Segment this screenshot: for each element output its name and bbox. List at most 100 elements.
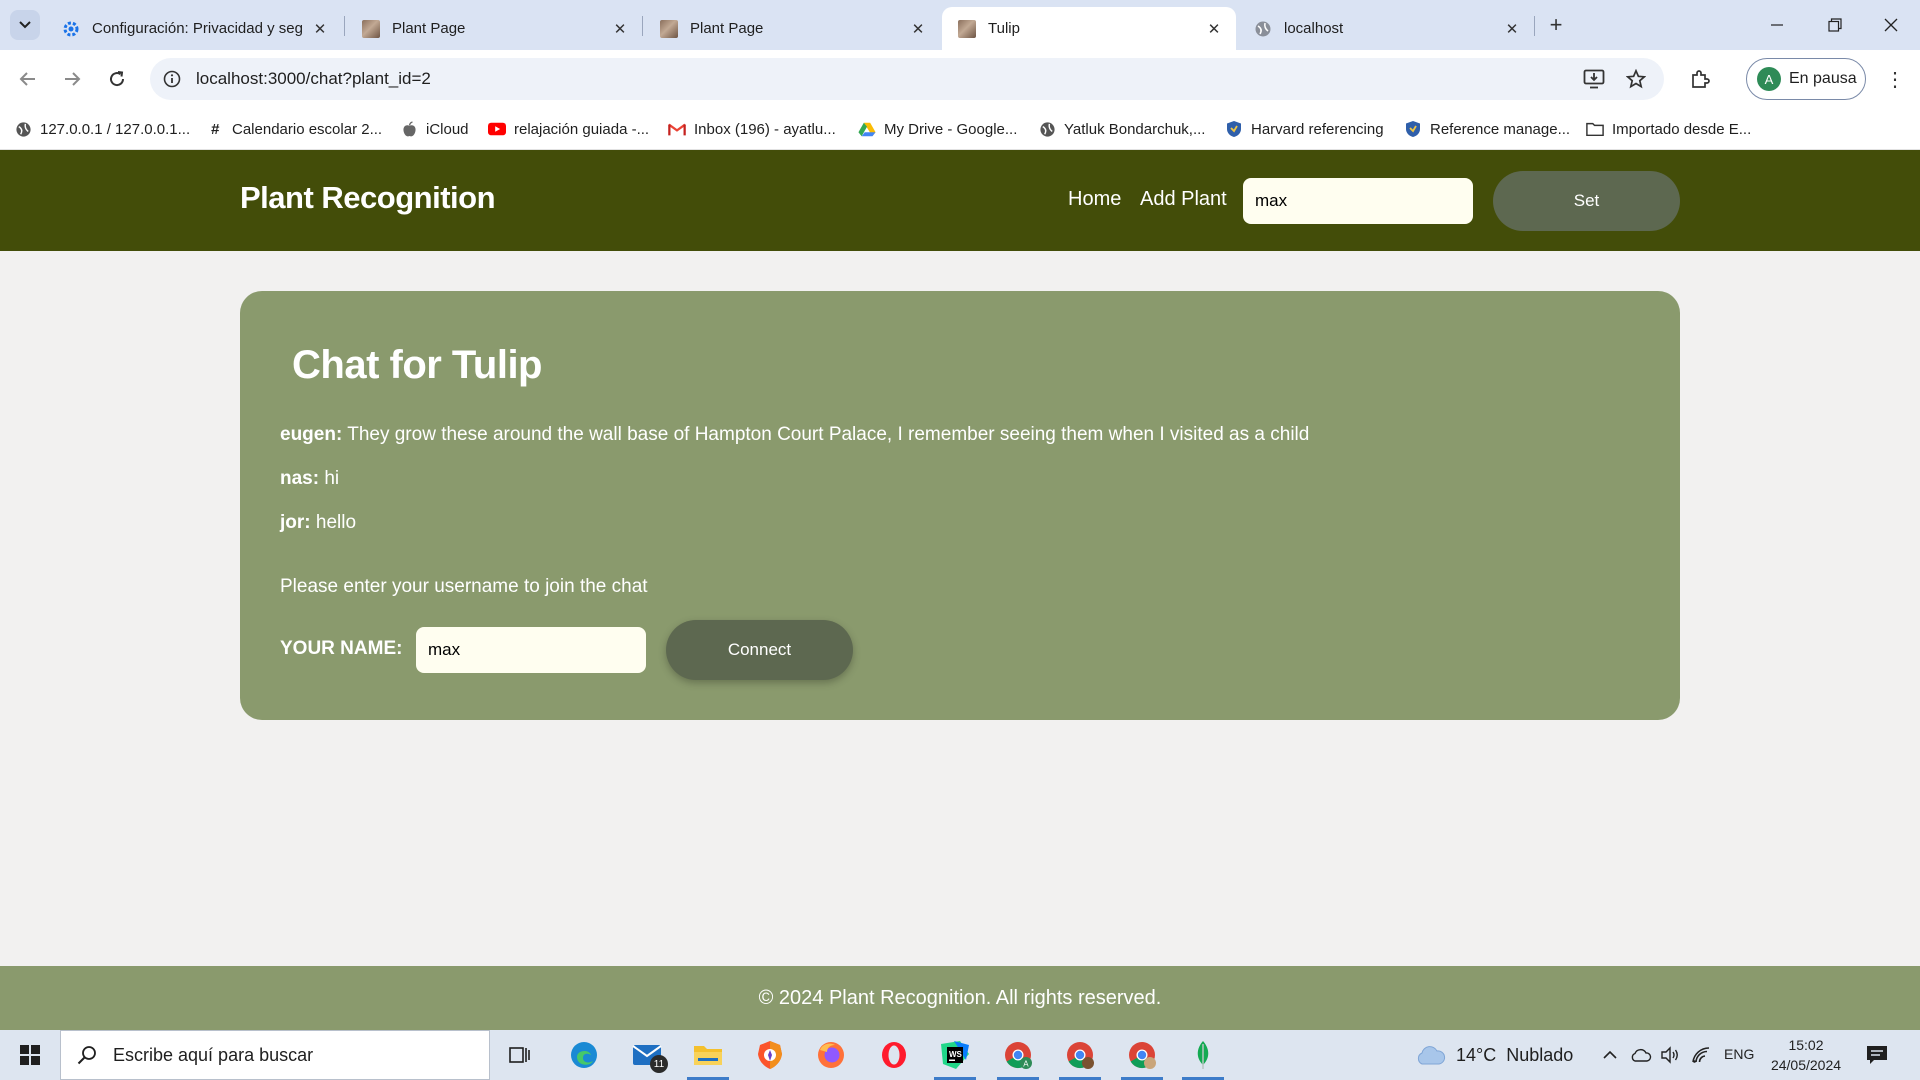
tab-tulip[interactable]: Tulip ✕ bbox=[942, 7, 1236, 50]
show-hidden-icons-button[interactable] bbox=[1598, 1043, 1622, 1067]
info-icon[interactable] bbox=[160, 67, 184, 91]
taskbar-app-brave[interactable] bbox=[745, 1035, 795, 1075]
windows-taskbar: Escribe aquí para buscar 11 WS A 14°C Nu… bbox=[0, 1030, 1920, 1080]
more-vert-icon: ⋮ bbox=[1885, 68, 1905, 91]
edge-icon bbox=[571, 1042, 597, 1068]
nav-link-home[interactable]: Home bbox=[1068, 188, 1121, 211]
message-text: hi bbox=[324, 468, 340, 489]
search-placeholder: Escribe aquí para buscar bbox=[113, 1044, 314, 1065]
bookmark-item[interactable]: Yatluk Bondarchuk,... bbox=[1038, 118, 1205, 140]
opera-icon bbox=[882, 1042, 906, 1068]
address-bar[interactable]: localhost:3000/chat?plant_id=2 bbox=[150, 58, 1664, 100]
bookmark-item[interactable]: relajación guiada -... bbox=[488, 118, 649, 140]
taskbar-app-chrome[interactable] bbox=[1055, 1035, 1105, 1080]
profile-status: En pausa bbox=[1789, 70, 1857, 87]
taskbar-app-mongodb[interactable] bbox=[1178, 1035, 1228, 1080]
notification-center-button[interactable] bbox=[1864, 1042, 1890, 1068]
tab-title: Tulip bbox=[988, 20, 1020, 37]
bookmark-item[interactable]: Reference manage... bbox=[1404, 118, 1570, 140]
chat-name-input[interactable] bbox=[416, 627, 646, 673]
plant-image-icon bbox=[660, 19, 678, 38]
close-icon[interactable]: ✕ bbox=[610, 19, 630, 39]
forward-button[interactable] bbox=[56, 63, 88, 95]
tab-title: Plant Page bbox=[690, 20, 764, 37]
bookmark-item[interactable]: # Calendario escolar 2... bbox=[206, 118, 382, 140]
close-icon[interactable]: ✕ bbox=[310, 19, 330, 39]
globe-icon bbox=[14, 120, 32, 138]
new-tab-button[interactable]: + bbox=[1541, 10, 1571, 40]
bookmark-item[interactable]: My Drive - Google... bbox=[858, 118, 1017, 140]
taskbar-app-chrome-profile-b[interactable] bbox=[1117, 1035, 1167, 1080]
taskbar-app-mail[interactable]: 11 bbox=[622, 1035, 672, 1075]
taskbar-app-firefox[interactable] bbox=[806, 1035, 856, 1075]
username-input[interactable] bbox=[1243, 178, 1473, 224]
mongodb-leaf-icon bbox=[1197, 1041, 1209, 1069]
restore-button[interactable] bbox=[1806, 0, 1864, 50]
firefox-icon bbox=[818, 1042, 844, 1068]
set-button[interactable]: Set bbox=[1493, 171, 1680, 231]
extensions-button[interactable] bbox=[1684, 63, 1716, 95]
bookmark-item[interactable]: 127.0.0.1 / 127.0.0.1... bbox=[14, 118, 190, 140]
connect-button[interactable]: Connect bbox=[666, 620, 853, 680]
bookmark-folder[interactable]: Importado desde E... bbox=[1586, 118, 1751, 140]
taskbar-app-webstorm[interactable]: WS bbox=[930, 1035, 980, 1080]
start-button[interactable] bbox=[0, 1030, 60, 1080]
join-prompt: Please enter your username to join the c… bbox=[280, 576, 648, 597]
tab-plant-page-1[interactable]: Plant Page ✕ bbox=[346, 7, 642, 50]
minimize-button[interactable] bbox=[1748, 0, 1806, 50]
taskbar-app-chrome-profile-a[interactable]: A bbox=[993, 1035, 1043, 1080]
reload-button[interactable] bbox=[101, 63, 133, 95]
shield-icon bbox=[1225, 120, 1243, 138]
drive-icon bbox=[858, 120, 876, 138]
task-view-button[interactable] bbox=[495, 1035, 545, 1075]
tab-settings[interactable]: Configuración: Privacidad y seg ✕ bbox=[46, 7, 342, 50]
wifi-icon[interactable] bbox=[1689, 1043, 1713, 1067]
chrome-icon bbox=[1129, 1042, 1156, 1069]
bookmark-item[interactable]: iCloud bbox=[400, 118, 469, 140]
taskbar-search-box[interactable]: Escribe aquí para buscar bbox=[60, 1030, 490, 1080]
close-icon[interactable]: ✕ bbox=[908, 19, 928, 39]
close-icon[interactable]: ✕ bbox=[1502, 19, 1522, 39]
site-header: Plant Recognition Home Add Plant Set bbox=[0, 150, 1920, 251]
chat-message: eugen: They grow these around the wall b… bbox=[280, 424, 1309, 446]
close-window-button[interactable] bbox=[1862, 0, 1920, 50]
tab-plant-page-2[interactable]: Plant Page ✕ bbox=[644, 7, 940, 50]
bookmark-item[interactable]: Harvard referencing bbox=[1225, 118, 1384, 140]
input-language-indicator[interactable]: ENG bbox=[1724, 1046, 1754, 1062]
browser-menu-button[interactable]: ⋮ bbox=[1880, 63, 1910, 95]
install-app-icon[interactable] bbox=[1578, 63, 1610, 95]
tab-search-button[interactable] bbox=[10, 10, 40, 40]
taskbar-app-explorer[interactable] bbox=[683, 1035, 733, 1080]
plus-icon: + bbox=[1549, 12, 1563, 37]
apple-icon bbox=[400, 120, 418, 138]
site-brand[interactable]: Plant Recognition bbox=[240, 180, 496, 216]
your-name-label: YOUR NAME: bbox=[280, 638, 403, 659]
weather-text: 14°C Nublado bbox=[1456, 1044, 1574, 1065]
folder-icon bbox=[1586, 120, 1604, 138]
bookmark-label: 127.0.0.1 / 127.0.0.1... bbox=[40, 120, 191, 138]
message-author: jor: bbox=[280, 512, 311, 533]
weather-widget[interactable]: 14°C Nublado bbox=[1414, 1030, 1573, 1080]
windows-logo-icon bbox=[20, 1045, 40, 1065]
back-button[interactable] bbox=[12, 63, 44, 95]
restore-icon bbox=[1828, 18, 1842, 32]
bookmark-label: Reference manage... bbox=[1430, 120, 1571, 138]
globe-icon bbox=[1254, 20, 1272, 38]
chat-message: jor: hello bbox=[280, 512, 356, 534]
tab-localhost[interactable]: localhost ✕ bbox=[1238, 7, 1534, 50]
bookmark-item[interactable]: Inbox (196) - ayatlu... bbox=[668, 118, 836, 140]
bookmark-label: Yatluk Bondarchuk,... bbox=[1064, 120, 1206, 138]
url-text: localhost:3000/chat?plant_id=2 bbox=[196, 69, 431, 88]
profile-button[interactable]: A En pausa bbox=[1746, 58, 1866, 100]
tab-title: Plant Page bbox=[392, 20, 466, 37]
nav-link-add-plant[interactable]: Add Plant bbox=[1140, 188, 1227, 211]
onedrive-tray-icon[interactable] bbox=[1629, 1043, 1653, 1067]
close-icon[interactable]: ✕ bbox=[1204, 19, 1224, 39]
clock-time: 15:02 bbox=[1788, 1037, 1824, 1053]
taskbar-clock[interactable]: 15:02 24/05/2024 bbox=[1768, 1035, 1844, 1075]
taskbar-app-edge[interactable] bbox=[559, 1035, 609, 1075]
taskbar-app-opera[interactable] bbox=[869, 1035, 919, 1075]
chrome-icon: A bbox=[1005, 1042, 1032, 1069]
bookmark-star-icon[interactable] bbox=[1620, 63, 1652, 95]
volume-icon[interactable] bbox=[1658, 1043, 1682, 1067]
